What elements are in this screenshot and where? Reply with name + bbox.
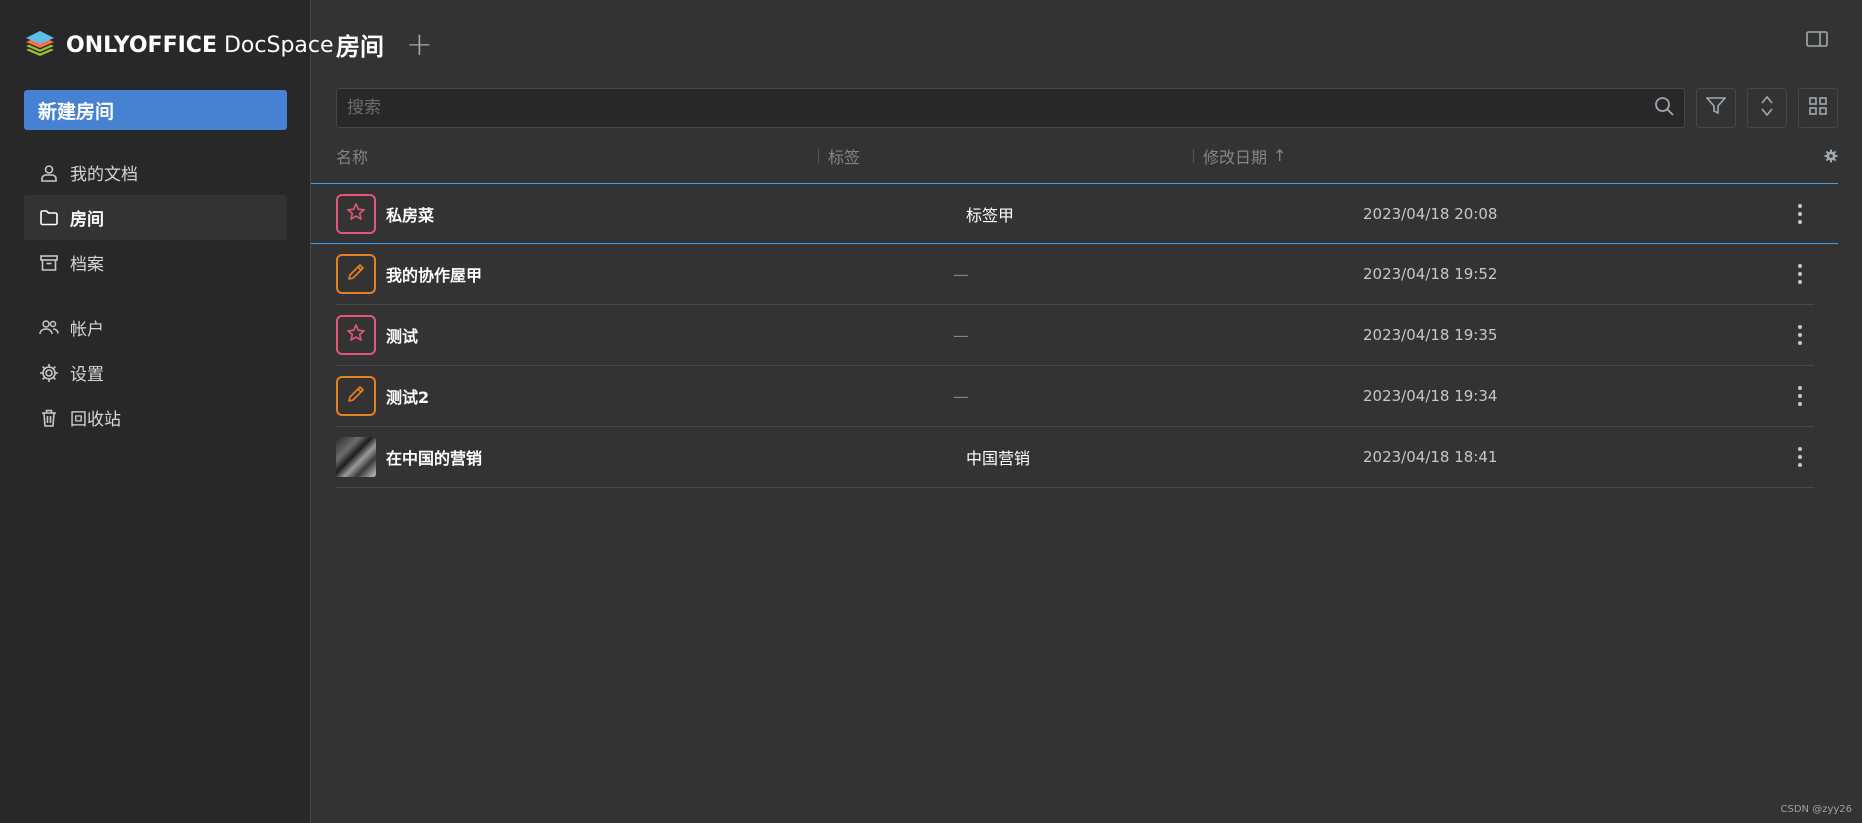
column-header-tags[interactable]: 标签 — [828, 144, 860, 168]
column-settings-icon[interactable] — [1824, 149, 1838, 163]
sidebar-item-label: 回收站 — [70, 410, 121, 430]
page-header: 房间 + — [336, 0, 1838, 88]
new-room-button[interactable]: 新建房间 — [24, 90, 287, 130]
table-row[interactable]: 在中国的营销 中国营销 2023/04/18 18:41 — [336, 427, 1814, 488]
room-icon — [336, 193, 376, 234]
room-modified-date: 2023/04/18 20:08 — [1363, 204, 1498, 223]
sort-icon — [1759, 95, 1775, 121]
rooms-table: 私房菜 标签甲 2023/04/18 20:08 我的协作屋甲 — 2023/0… — [311, 183, 1838, 488]
room-modified-date: 2023/04/18 19:35 — [1363, 326, 1498, 344]
info-panel-toggle-icon[interactable] — [1806, 30, 1828, 52]
pencil-icon — [346, 384, 366, 408]
table-row[interactable]: 私房菜 标签甲 2023/04/18 20:08 — [311, 183, 1838, 244]
room-modified-date: 2023/04/18 18:41 — [1363, 448, 1498, 466]
sidebar-item-settings[interactable]: 设置 — [24, 350, 287, 395]
add-room-button[interactable]: + — [406, 28, 433, 60]
brand-name: ONLYOFFICE DocSpace — [66, 32, 334, 58]
room-tag: — — [953, 325, 969, 345]
sidebar-item-accounts[interactable]: 帐户 — [24, 305, 287, 350]
search-icon[interactable] — [1654, 96, 1674, 120]
room-icon — [336, 254, 376, 294]
logo[interactable]: ONLYOFFICE DocSpace — [24, 0, 334, 90]
row-menu-icon[interactable] — [1798, 203, 1802, 224]
star-icon — [346, 202, 366, 226]
room-tag: — — [953, 386, 969, 406]
room-name[interactable]: 我的协作屋甲 — [386, 262, 482, 286]
filter-icon — [1705, 97, 1727, 119]
row-menu-icon[interactable] — [1798, 264, 1802, 284]
grid-view-icon — [1809, 97, 1827, 119]
view-toggle-button[interactable] — [1798, 88, 1838, 128]
watermark: CSDN @zyy26 — [1780, 804, 1853, 815]
sidebar-item-label: 帐户 — [70, 320, 104, 340]
sidebar-item-archive[interactable]: 档案 — [24, 240, 287, 285]
table-row[interactable]: 我的协作屋甲 — 2023/04/18 19:52 — [336, 244, 1814, 305]
column-resizer[interactable] — [818, 148, 819, 163]
sidebar-item-label: 我的文档 — [70, 165, 138, 185]
sidebar: ONLYOFFICE DocSpace 新建房间 我的文档 房间 档案 帐户 设… — [0, 0, 334, 823]
room-modified-date: 2023/04/18 19:34 — [1363, 387, 1498, 405]
row-menu-icon[interactable] — [1798, 325, 1802, 345]
pencil-icon — [346, 262, 366, 286]
room-tag: — — [953, 264, 969, 284]
accounts-icon — [38, 317, 60, 339]
column-resizer[interactable] — [1193, 148, 1194, 163]
sidebar-item-label: 档案 — [70, 255, 104, 275]
star-icon — [346, 323, 366, 347]
trash-icon — [38, 407, 60, 429]
room-name[interactable]: 测试2 — [386, 384, 429, 408]
column-header-name[interactable]: 名称 — [336, 144, 368, 168]
gear-icon — [38, 362, 60, 384]
onlyoffice-logo-icon — [24, 28, 56, 62]
room-name[interactable]: 私房菜 — [386, 202, 434, 226]
search-box — [336, 88, 1685, 128]
room-icon — [336, 315, 376, 355]
row-menu-icon[interactable] — [1798, 447, 1802, 467]
filter-button[interactable] — [1696, 88, 1736, 128]
room-icon — [336, 376, 376, 416]
folder-icon — [38, 207, 60, 229]
row-menu-icon[interactable] — [1798, 386, 1802, 406]
sidebar-item-label: 设置 — [70, 365, 104, 385]
archive-icon — [38, 252, 60, 274]
table-row[interactable]: 测试 — 2023/04/18 19:35 — [336, 305, 1814, 366]
room-tag[interactable]: 标签甲 — [966, 202, 1014, 226]
column-header-modified[interactable]: 修改日期 ↑ — [1203, 144, 1286, 168]
app-root: ONLYOFFICE DocSpace 新建房间 我的文档 房间 档案 帐户 设… — [0, 0, 1862, 823]
search-toolbar — [336, 88, 1838, 128]
sidebar-nav: 我的文档 房间 档案 帐户 设置 回收站 — [24, 150, 287, 440]
sort-button[interactable] — [1747, 88, 1787, 128]
sidebar-item-trash[interactable]: 回收站 — [24, 395, 287, 440]
page-title: 房间 — [336, 32, 384, 61]
room-modified-date: 2023/04/18 19:52 — [1363, 265, 1498, 283]
main-content: 房间 + 搜索 名称 标签 修改日期 ↑ 私房菜 标签甲 2023/04/18 … — [311, 0, 1862, 823]
room-name[interactable]: 测试 — [386, 323, 418, 347]
room-tag[interactable]: 中国营销 — [966, 445, 1030, 469]
sidebar-item-my-documents[interactable]: 我的文档 — [24, 150, 287, 195]
room-name[interactable]: 在中国的营销 — [386, 445, 482, 469]
sidebar-item-label: 房间 — [70, 210, 104, 230]
sort-arrow-icon: ↑ — [1273, 146, 1287, 165]
user-icon — [38, 162, 60, 184]
sidebar-item-rooms[interactable]: 房间 — [24, 195, 287, 240]
search-input[interactable] — [347, 98, 1654, 118]
room-photo-thumbnail — [336, 437, 376, 477]
table-row[interactable]: 测试2 — 2023/04/18 19:34 — [336, 366, 1814, 427]
table-header: 名称 标签 修改日期 ↑ — [336, 128, 1838, 183]
